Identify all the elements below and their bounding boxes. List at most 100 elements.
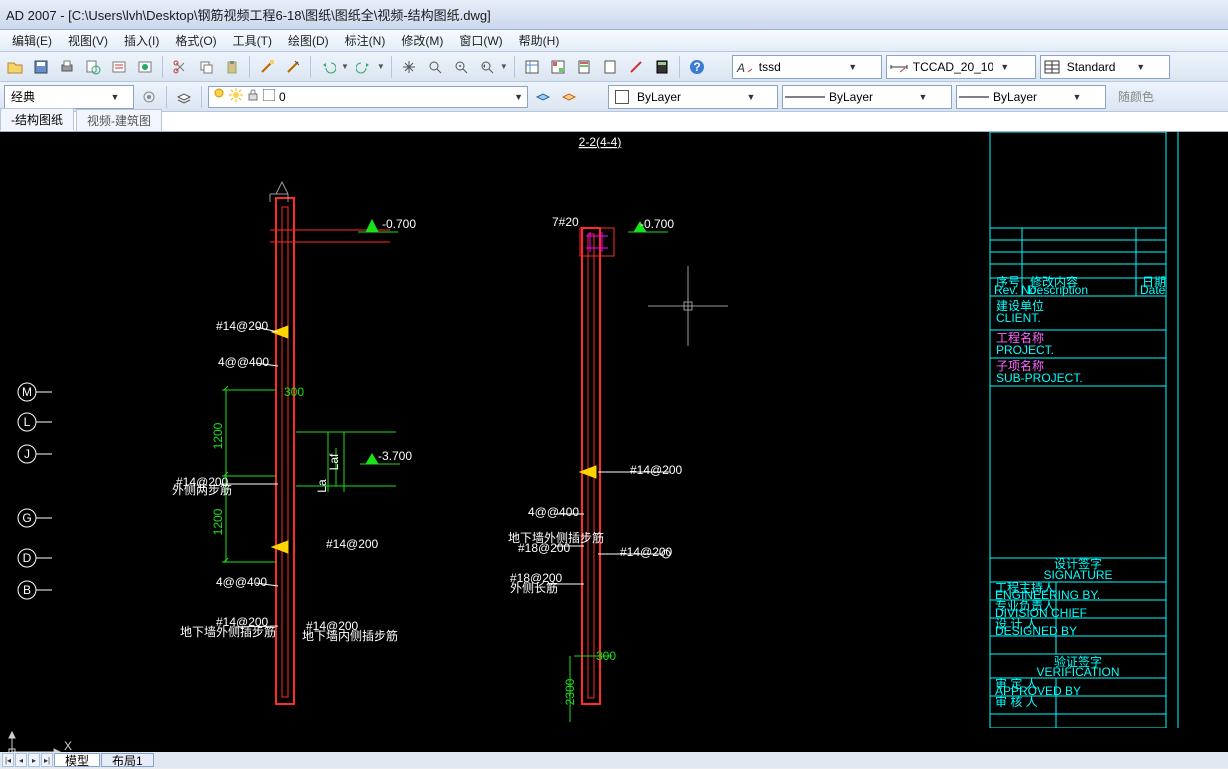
table-style-arrow[interactable]: ▼ xyxy=(1133,62,1149,72)
dim-style-value[interactable] xyxy=(909,57,997,77)
linetype-arrow[interactable]: ▼ xyxy=(915,92,931,102)
paste-icon[interactable] xyxy=(221,56,243,78)
menu-help[interactable]: 帮助(H) xyxy=(511,32,568,49)
drawing-tab-arch[interactable]: 视频-建筑图 xyxy=(76,109,162,131)
svg-text:4@@400: 4@@400 xyxy=(218,355,269,369)
svg-text:#14@200: #14@200 xyxy=(216,319,269,333)
markup-icon[interactable] xyxy=(625,56,647,78)
svg-text:地下墙内侧插步筋: 地下墙内侧插步筋 xyxy=(302,628,398,643)
layer-properties-icon[interactable] xyxy=(173,86,195,108)
tool-palettes-icon[interactable] xyxy=(573,56,595,78)
plot-styles-icon[interactable] xyxy=(134,56,156,78)
dim-style-icon xyxy=(889,59,909,75)
layout-nav-last[interactable]: ▸| xyxy=(41,753,53,767)
status-bar: X |◂ ◂ ▸ ▸| 模型 布局1 xyxy=(0,728,1228,768)
color-arrow[interactable]: ▼ xyxy=(743,92,759,102)
match-properties-icon[interactable] xyxy=(256,56,278,78)
layout-tab-layout1[interactable]: 布局1 xyxy=(101,753,154,767)
title-bar: AD 2007 - [C:\Users\lvh\Desktop\钢筋视频工程6-… xyxy=(0,0,1228,30)
dim-style-combo[interactable]: ▼ xyxy=(886,55,1036,79)
linetype-value[interactable] xyxy=(825,87,915,107)
help-icon[interactable]: ? xyxy=(686,56,708,78)
menu-modify[interactable]: 修改(M) xyxy=(393,32,451,49)
linetype-combo[interactable]: ▼ xyxy=(782,85,952,109)
drawing-tabs: -结构图纸 视频-建筑图 xyxy=(0,112,1228,132)
menu-insert[interactable]: 插入(I) xyxy=(116,32,167,49)
menu-view[interactable]: 视图(V) xyxy=(60,32,116,49)
color-combo[interactable]: ▼ xyxy=(608,85,778,109)
cut-icon[interactable] xyxy=(169,56,191,78)
design-center-icon[interactable] xyxy=(547,56,569,78)
text-style-combo[interactable]: A ▼ xyxy=(732,55,882,79)
svg-text:1200: 1200 xyxy=(211,422,225,449)
table-style-value[interactable] xyxy=(1063,57,1133,77)
layer-states-icon[interactable] xyxy=(532,86,554,108)
svg-text:G: G xyxy=(22,511,31,525)
quickcalc-icon[interactable] xyxy=(651,56,673,78)
pan-icon[interactable] xyxy=(398,56,420,78)
right-section: 7#20 -0.700 300 2300 #14@200 4@@400 地下墙外… xyxy=(508,215,683,722)
layout-tab-bar: |◂ ◂ ▸ ▸| 模型 布局1 xyxy=(0,752,1228,768)
layers-toolbar: ▼ 0 ▼ ▼ ▼ ▼ 随颜色 xyxy=(0,82,1228,112)
text-style-arrow[interactable]: ▼ xyxy=(845,62,861,72)
workspace-value[interactable] xyxy=(7,87,107,107)
workspace-combo[interactable]: ▼ xyxy=(4,85,134,109)
zoom-window-icon[interactable] xyxy=(450,56,472,78)
lineweight-combo[interactable]: ▼ xyxy=(956,85,1106,109)
dim-style-arrow[interactable]: ▼ xyxy=(997,62,1013,72)
undo-dropdown[interactable]: ▼ xyxy=(341,62,349,71)
layer-arrow[interactable]: ▼ xyxy=(514,92,523,102)
layout-tab-model[interactable]: 模型 xyxy=(54,753,100,767)
menu-edit[interactable]: 编辑(E) xyxy=(4,32,60,49)
undo-icon[interactable] xyxy=(317,56,339,78)
menu-format[interactable]: 格式(O) xyxy=(167,32,224,49)
svg-text:#14@200: #14@200 xyxy=(620,545,673,559)
layout-nav-next[interactable]: ▸ xyxy=(28,753,40,767)
text-style-value[interactable] xyxy=(755,57,845,77)
zoom-realtime-icon[interactable] xyxy=(424,56,446,78)
layout-nav-prev[interactable]: ◂ xyxy=(15,753,27,767)
svg-text:#14@200: #14@200 xyxy=(630,463,683,477)
svg-text:SUB-PROJECT.: SUB-PROJECT. xyxy=(996,371,1083,385)
copy-icon[interactable] xyxy=(195,56,217,78)
workspace-arrow[interactable]: ▼ xyxy=(107,92,123,102)
properties-icon[interactable] xyxy=(521,56,543,78)
workspace-settings-icon[interactable] xyxy=(138,86,160,108)
color-value[interactable] xyxy=(633,87,743,107)
sheet-set-icon[interactable] xyxy=(599,56,621,78)
svg-text:B: B xyxy=(23,583,31,597)
lineweight-icon xyxy=(959,90,989,104)
publish-icon[interactable] xyxy=(108,56,130,78)
layer-dropdown[interactable]: 0 ▼ xyxy=(208,86,528,108)
svg-text:7#20: 7#20 xyxy=(552,215,579,229)
layer-sun-icon xyxy=(229,88,243,105)
print-icon[interactable] xyxy=(56,56,78,78)
lineweight-value[interactable] xyxy=(989,87,1069,107)
redo-dropdown[interactable]: ▼ xyxy=(377,62,385,71)
lineweight-arrow[interactable]: ▼ xyxy=(1069,92,1085,102)
layer-previous-icon[interactable] xyxy=(558,86,580,108)
title-block: 序号 修改内容 日期 Rev. No. Description Date 建设单… xyxy=(990,132,1178,728)
menu-window[interactable]: 窗口(W) xyxy=(451,32,510,49)
layer-color-swatch xyxy=(263,89,275,104)
svg-text:PROJECT.: PROJECT. xyxy=(996,343,1054,357)
svg-text:1200: 1200 xyxy=(211,508,225,535)
layout-nav-first[interactable]: |◂ xyxy=(2,753,14,767)
block-editor-icon[interactable] xyxy=(282,56,304,78)
menu-tools[interactable]: 工具(T) xyxy=(225,32,280,49)
table-style-combo[interactable]: ▼ xyxy=(1040,55,1170,79)
print-preview-icon[interactable] xyxy=(82,56,104,78)
drawing-area[interactable]: 2-2(4-4) -0.700 1200 1200 300 xyxy=(0,132,1228,728)
redo-icon[interactable] xyxy=(353,56,375,78)
svg-text:-0.700: -0.700 xyxy=(382,217,416,231)
section-title: 2-2(4-4) xyxy=(579,135,622,149)
drawing-tab-structure[interactable]: -结构图纸 xyxy=(0,108,74,131)
menu-draw[interactable]: 绘图(D) xyxy=(280,32,337,49)
menu-dimension[interactable]: 标注(N) xyxy=(337,32,394,49)
zoom-previous-icon[interactable] xyxy=(476,56,498,78)
save-icon[interactable] xyxy=(30,56,52,78)
svg-text:4@@400: 4@@400 xyxy=(216,575,267,589)
zoom-dropdown[interactable]: ▼ xyxy=(500,62,508,71)
current-layer-name: 0 xyxy=(279,90,286,104)
open-icon[interactable] xyxy=(4,56,26,78)
